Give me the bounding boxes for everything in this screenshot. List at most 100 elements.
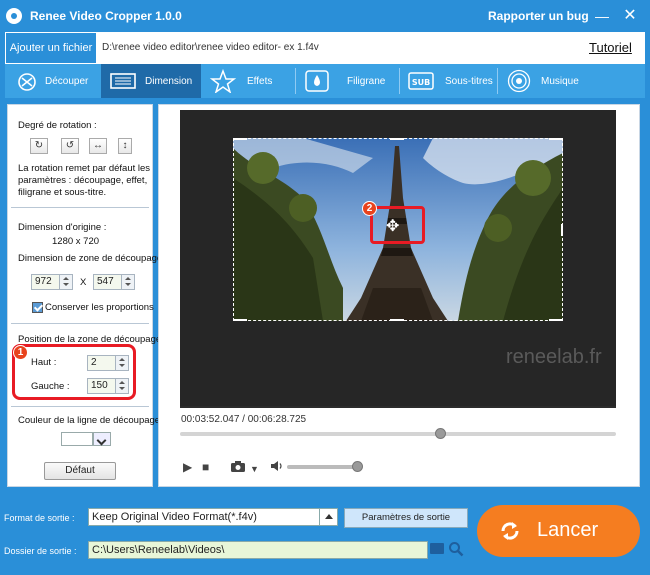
watermark-icon [305, 70, 329, 92]
time-display: 00:03:52.047 / 00:06:28.725 [181, 414, 307, 425]
app-title: Renee Video Cropper 1.0.0 [30, 9, 182, 23]
origin-dimension-value: 1280 x 720 [52, 236, 100, 247]
open-folder-icon[interactable] [430, 543, 444, 554]
color-dropdown-icon[interactable] [93, 432, 111, 446]
dropdown-arrow-icon[interactable] [319, 509, 337, 525]
flip-vertical-button[interactable]: ↕ [118, 138, 132, 154]
close-button[interactable]: ✕ [620, 6, 640, 26]
times-sign: X [80, 277, 87, 288]
crop-corner-handle[interactable] [233, 319, 247, 321]
file-bar: Ajouter un fichier D:\renee video editor… [5, 32, 645, 64]
title-bar: Renee Video Cropper 1.0.0 Rapporter un b… [0, 0, 650, 32]
origin-dimension-label: Dimension d'origine : [18, 222, 107, 233]
crop-size-label: Dimension de zone de découpage [18, 253, 163, 264]
minimize-button[interactable]: — [592, 6, 612, 26]
dimension-icon [110, 73, 136, 89]
camera-icon [231, 461, 245, 472]
tab-decouper[interactable]: Découper [5, 64, 101, 98]
step-badge-2: 2 [362, 201, 377, 216]
crop-height-input[interactable]: 547 [93, 274, 135, 290]
top-label: Haut : [31, 357, 57, 368]
flip-vertical-icon: ↕ [122, 140, 128, 151]
flip-horizontal-button[interactable]: ↔ [89, 138, 107, 154]
default-button[interactable]: Défaut [44, 462, 116, 480]
tab-label: Découper [45, 76, 89, 87]
subtitle-icon: SUB [408, 72, 434, 90]
crop-corner-handle[interactable] [549, 138, 563, 140]
crop-corner-handle[interactable] [549, 319, 563, 321]
search-icon[interactable] [448, 541, 464, 557]
effects-icon [209, 69, 237, 93]
app-window: Renee Video Cropper 1.0.0 Rapporter un b… [0, 0, 650, 575]
left-position-input[interactable]: 150 [87, 378, 129, 394]
launch-button[interactable]: Lancer [477, 505, 640, 557]
launch-label: Lancer [537, 519, 599, 541]
divider [11, 207, 149, 208]
spinner-arrows-icon[interactable] [59, 275, 72, 289]
crop-edge-handle[interactable] [390, 138, 404, 140]
tab-label: Dimension [145, 76, 193, 87]
settings-panel [7, 104, 153, 487]
left-position-value: 150 [91, 380, 108, 391]
volume-thumb[interactable] [352, 461, 363, 472]
rotate-right-button[interactable]: ↻ [30, 138, 48, 154]
output-format-select[interactable]: Keep Original Video Format(*.f4v) [88, 508, 338, 526]
play-icon: ▶ [183, 460, 193, 474]
tab-label: Musique [541, 76, 579, 87]
tab-label: Effets [247, 76, 273, 87]
output-settings-button[interactable]: Paramètres de sortie [344, 508, 468, 528]
tab-musique[interactable]: Musique [497, 64, 593, 98]
rotate-ccw-icon: ↺ [65, 140, 75, 151]
tab-sous-titres[interactable]: SUB Sous-titres [399, 64, 497, 98]
watermark-text: reneelab.fr [506, 346, 602, 368]
stop-icon: ■ [202, 460, 210, 474]
divider [11, 323, 149, 324]
screenshot-dropdown[interactable]: ▼ [250, 462, 259, 476]
rotate-cw-icon: ↻ [34, 140, 44, 151]
svg-text:SUB: SUB [412, 78, 430, 87]
rotate-left-button[interactable]: ↺ [61, 138, 79, 154]
add-file-button[interactable]: Ajouter un fichier [5, 32, 97, 64]
line-color-swatch[interactable] [61, 432, 93, 446]
crop-edge-handle[interactable] [561, 224, 563, 236]
volume-slider[interactable] [287, 465, 357, 469]
top-position-input[interactable]: 2 [87, 355, 129, 371]
rotation-note-2: paramètres : découpage, effet, [18, 175, 148, 186]
report-bug-link[interactable]: Rapporter un bug [488, 9, 589, 23]
tab-filigrane[interactable]: Filigrane [295, 64, 399, 98]
keep-ratio-label: Conserver les proportions [45, 302, 154, 313]
output-folder-label: Dossier de sortie : [4, 546, 77, 556]
screenshot-button[interactable] [230, 460, 246, 476]
move-cursor-icon: ✥ [386, 218, 400, 235]
crop-edge-handle[interactable] [390, 319, 404, 321]
crop-corner-handle[interactable] [233, 138, 247, 140]
left-label: Gauche : [31, 381, 70, 392]
keep-ratio-checkbox[interactable] [32, 302, 43, 313]
stop-button[interactable]: ■ [202, 460, 209, 474]
tab-label: Sous-titres [445, 76, 493, 87]
volume-button[interactable] [270, 460, 284, 475]
spinner-arrows-icon[interactable] [115, 356, 128, 370]
output-folder-input[interactable]: C:\Users\Reneelab\Videos\ [88, 541, 428, 559]
music-icon [507, 69, 531, 93]
tab-dimension[interactable]: Dimension [101, 64, 201, 98]
crop-height-value: 547 [97, 276, 114, 287]
timeline-track[interactable] [180, 432, 616, 436]
tutorial-link[interactable]: Tutoriel [589, 40, 632, 55]
tab-effets[interactable]: Effets [201, 64, 295, 98]
flip-horizontal-icon: ↔ [93, 140, 103, 151]
app-logo-icon [6, 8, 22, 24]
step-badge-1: 1 [13, 345, 28, 360]
rotation-label: Degré de rotation : [18, 120, 97, 131]
crop-width-input[interactable]: 972 [31, 274, 73, 290]
timeline-thumb[interactable] [435, 428, 446, 439]
play-button[interactable]: ▶ [183, 460, 192, 474]
spinner-arrows-icon[interactable] [121, 275, 134, 289]
output-format-value: Keep Original Video Format(*.f4v) [92, 511, 257, 523]
convert-icon [501, 522, 519, 540]
tab-bar: Découper Dimension Effets Filigrane SUB … [5, 64, 645, 98]
cut-icon [18, 73, 36, 91]
divider [11, 406, 149, 407]
spinner-arrows-icon[interactable] [115, 379, 128, 393]
crop-width-value: 972 [35, 276, 52, 287]
